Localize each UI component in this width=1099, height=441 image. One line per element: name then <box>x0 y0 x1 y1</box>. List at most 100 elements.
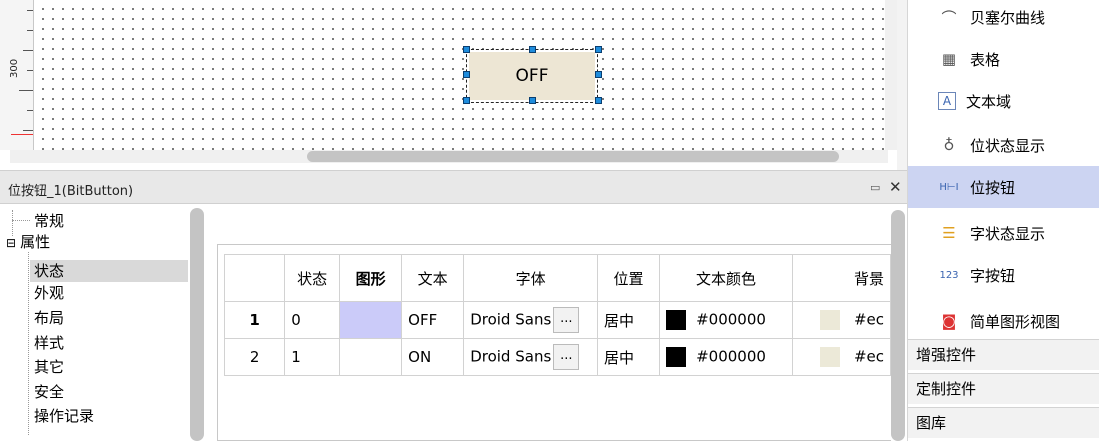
tool-label: 文本域 <box>966 92 1012 111</box>
restore-window-icon[interactable]: ▭ <box>870 181 880 194</box>
color-value: #000000 <box>696 347 766 366</box>
tool-label: 贝塞尔曲线 <box>970 8 1046 27</box>
resize-handle-w[interactable] <box>463 71 470 78</box>
tool-simple-graphic-view[interactable]: ◙ 简单图形视图 <box>908 300 1099 342</box>
tree-item-operation-log[interactable]: 操作记录 <box>34 405 94 427</box>
tool-label: 位状态显示 <box>970 136 1046 155</box>
widget-label: OFF <box>469 52 595 100</box>
tool-bit-button[interactable]: H⊢I 位按钮 <box>908 166 1099 208</box>
resize-handle-s[interactable] <box>529 97 536 104</box>
table-vertical-scrollbar[interactable] <box>891 210 905 441</box>
resize-handle-e[interactable] <box>595 71 602 78</box>
tree-item-general[interactable]: 常规 <box>34 210 64 232</box>
text-cell[interactable]: ON <box>401 338 465 376</box>
bit-button-widget[interactable]: OFF <box>463 46 602 104</box>
tool-table[interactable]: ▦ 表格 <box>908 38 1099 80</box>
properties-title: 位按钮_1(BitButton) <box>8 184 134 199</box>
tree-item-appearance[interactable]: 外观 <box>34 282 64 304</box>
property-tree: 常规 ⊟ 属性 状态 外观 布局 样式 其它 安全 操作记录 <box>0 204 205 441</box>
background-swatch[interactable] <box>819 310 840 330</box>
lightbulb-icon: ♁ <box>943 136 955 154</box>
resize-handle-n[interactable] <box>529 46 536 53</box>
font-cell[interactable]: Droid Sans... <box>463 338 599 376</box>
tool-word-button[interactable]: 123 字按钮 <box>908 254 1099 296</box>
tool-label: 表格 <box>970 50 1001 69</box>
table-row[interactable]: 1 0 OFF Droid Sans... 居中 #000000 #ec <box>223 301 891 339</box>
table-row[interactable]: 2 1 ON Droid Sans... 居中 #000000 #ec <box>223 338 891 376</box>
bezier-curve-icon: ⌒ <box>941 8 957 27</box>
section-enhanced-controls[interactable]: 增强控件 <box>908 339 1099 370</box>
font-picker-button[interactable]: ... <box>553 344 580 370</box>
tool-word-status-display[interactable]: ☰ 字状态显示 <box>908 212 1099 254</box>
table-header-row: 状态 图形 文本 字体 位置 文本颜色 背景 <box>223 254 891 302</box>
font-name: Droid Sans <box>470 310 552 329</box>
position-cell[interactable]: 居中 <box>597 301 661 339</box>
tree-item-properties[interactable]: ⊟ 属性 <box>6 231 50 253</box>
header-text[interactable]: 文本 <box>401 254 465 302</box>
canvas-vertical-scrollbar[interactable] <box>885 0 897 150</box>
tool-label: 字按钮 <box>970 266 1016 285</box>
tool-bezier-curve[interactable]: ⌒ 贝塞尔曲线 <box>908 0 1099 38</box>
tree-item-state[interactable]: 状态 <box>30 260 188 282</box>
tool-text-field[interactable]: A 文本域 <box>908 80 1099 122</box>
tree-item-security[interactable]: 安全 <box>34 381 64 403</box>
graphic-view-icon: ◙ <box>941 312 957 330</box>
font-picker-button[interactable]: ... <box>553 307 580 333</box>
state-cell[interactable]: 0 <box>284 301 341 339</box>
state-cell[interactable]: 1 <box>284 338 341 376</box>
resize-handle-se[interactable] <box>595 97 602 104</box>
tree-item-style[interactable]: 样式 <box>34 332 64 354</box>
section-custom-controls[interactable]: 定制控件 <box>908 373 1099 404</box>
vertical-ruler: 300 <box>0 0 34 150</box>
close-icon[interactable]: ✕ <box>889 178 902 196</box>
color-swatch[interactable] <box>666 310 687 330</box>
tool-label: 位按钮 <box>970 178 1016 197</box>
position-cell[interactable]: 居中 <box>597 338 661 376</box>
resize-handle-nw[interactable] <box>463 46 470 53</box>
section-gallery[interactable]: 图库 <box>908 407 1099 438</box>
state-table-frame: 状态 图形 文本 字体 位置 文本颜色 背景 1 0 OFF Droid San… <box>217 244 891 441</box>
header-font[interactable]: 字体 <box>463 254 599 302</box>
tree-item-other[interactable]: 其它 <box>34 356 64 378</box>
tool-label: 字状态显示 <box>970 224 1046 243</box>
table-icon: ▦ <box>941 50 957 68</box>
graphic-cell[interactable] <box>339 338 403 376</box>
background-swatch[interactable] <box>819 347 840 367</box>
background-value: #ec <box>853 347 884 366</box>
background-value: #ec <box>853 310 884 329</box>
header-text-color[interactable]: 文本颜色 <box>659 254 794 302</box>
ruler-position-marker <box>11 134 33 135</box>
color-swatch[interactable] <box>666 347 687 367</box>
font-cell[interactable]: Droid Sans... <box>463 301 599 339</box>
collapse-icon[interactable]: ⊟ <box>6 236 16 250</box>
tree-item-layout[interactable]: 布局 <box>34 307 64 329</box>
header-state[interactable]: 状态 <box>284 254 341 302</box>
row-number[interactable]: 2 <box>223 338 286 376</box>
graphic-cell[interactable] <box>339 301 403 339</box>
text-color-cell[interactable]: #000000 <box>659 338 794 376</box>
header-corner <box>223 254 286 302</box>
toolbox-panel: ⌒ 贝塞尔曲线 ▦ 表格 A 文本域 ♁ 位状态显示 H⊢I 位按钮 ☰ 字状态显示 123… <box>907 0 1099 441</box>
properties-panel-header: 位按钮_1(BitButton) ▭ ✕ <box>0 170 907 204</box>
resize-handle-ne[interactable] <box>595 46 602 53</box>
background-cell[interactable]: #ec <box>792 338 891 376</box>
background-cell[interactable]: #ec <box>792 301 891 339</box>
text-cell[interactable]: OFF <box>401 301 465 339</box>
state-table: 状态 图形 文本 字体 位置 文本颜色 背景 1 0 OFF Droid San… <box>223 254 891 376</box>
canvas-horizontal-scroll-thumb[interactable] <box>307 151 839 162</box>
header-graphic[interactable]: 图形 <box>339 254 403 302</box>
text-color-cell[interactable]: #000000 <box>659 301 794 339</box>
font-name: Droid Sans <box>470 347 552 366</box>
tool-label: 简单图形视图 <box>970 312 1061 331</box>
resize-handle-sw[interactable] <box>463 97 470 104</box>
traffic-light-icon: ☰ <box>942 224 956 242</box>
row-number[interactable]: 1 <box>223 301 286 339</box>
header-background[interactable]: 背景 <box>792 254 891 302</box>
tree-vertical-scrollbar[interactable] <box>190 208 204 441</box>
color-value: #000000 <box>696 310 766 329</box>
design-canvas[interactable]: 300 OFF <box>0 0 897 170</box>
text-field-icon: A <box>938 92 956 110</box>
header-position[interactable]: 位置 <box>597 254 661 302</box>
tool-bit-status-display[interactable]: ♁ 位状态显示 <box>908 124 1099 166</box>
word-button-icon: 123 <box>939 269 959 281</box>
